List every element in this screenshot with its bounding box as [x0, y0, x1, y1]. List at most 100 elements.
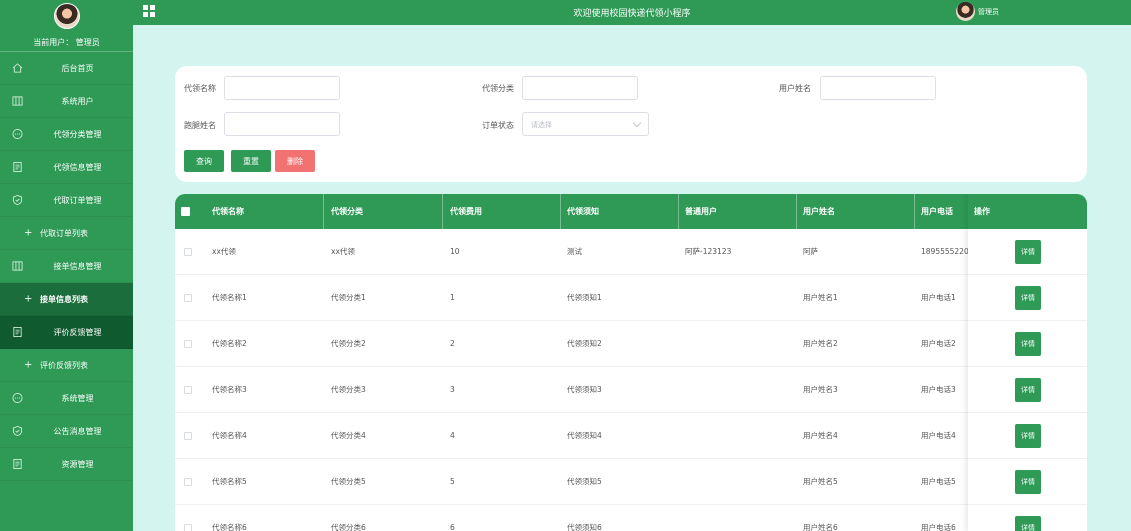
- table-cell: 代领须知5: [567, 477, 602, 486]
- table-cell: 18955552200: [921, 247, 968, 256]
- table-cell: [685, 367, 790, 413]
- table-header: 代领名称 代领分类 代领费用 代领须知 普通用户 用户姓名 用户电话 操作: [175, 194, 1087, 229]
- sidebar-item-category[interactable]: 代领分类管理: [0, 118, 133, 151]
- table-row: 代领名称2 代领分类2 2 代领须知2 用户姓名2 用户电话2: [175, 321, 1087, 367]
- detail-button[interactable]: 详情: [1015, 516, 1041, 531]
- avatar[interactable]: [53, 3, 80, 29]
- more-circle-icon: [12, 393, 23, 403]
- sidebar: 当前用户： 管理员 后台首页 系统用户 代领分类管理 代领信息管理 代取订单管理…: [0, 0, 133, 531]
- detail-button[interactable]: 详情: [1015, 240, 1041, 264]
- sidebar-item-order-list[interactable]: + 代取订单列表: [0, 217, 133, 250]
- sidebar-item-label: 评价反馈列表: [40, 360, 88, 370]
- table-cell: 用户姓名3: [803, 385, 838, 394]
- table-cell: 2: [450, 339, 455, 348]
- table-row: 代领名称1 代领分类1 1 代领须知1 用户姓名1 用户电话1: [175, 275, 1087, 321]
- status-select[interactable]: 请选择: [522, 112, 649, 136]
- table-cell: [685, 505, 790, 531]
- sidebar-item-feedback-list[interactable]: + 评价反馈列表: [0, 349, 133, 382]
- table-cell: 用户电话5: [921, 477, 956, 486]
- table-cell: xx代领: [331, 247, 355, 256]
- sidebar-menu: 后台首页 系统用户 代领分类管理 代领信息管理 代取订单管理 + 代取订单列表 …: [0, 52, 133, 481]
- table-cell: 用户电话2: [921, 339, 956, 348]
- columns-icon: [12, 261, 23, 271]
- column-header: 用户姓名: [803, 207, 835, 216]
- table-cell: 代领名称3: [212, 385, 247, 394]
- name-input[interactable]: [224, 76, 340, 100]
- sidebar-item-notice[interactable]: 公告消息管理: [0, 415, 133, 448]
- table-row: 代领名称4 代领分类4 4 代领须知4 用户姓名4 用户电话4: [175, 413, 1087, 459]
- sidebar-item-orders[interactable]: 代取订单管理: [0, 184, 133, 217]
- query-button[interactable]: 查询: [184, 150, 224, 172]
- table-cell: 代领分类1: [331, 293, 366, 302]
- row-checkbox[interactable]: [184, 478, 192, 486]
- detail-button[interactable]: 详情: [1015, 332, 1041, 356]
- status-label: 订单状态: [482, 121, 514, 130]
- plus-icon: +: [24, 227, 33, 239]
- sidebar-item-label: 接单信息列表: [40, 294, 88, 304]
- table-cell: 3: [450, 385, 455, 394]
- sidebar-item-system-users[interactable]: 系统用户: [0, 85, 133, 118]
- sidebar-item-system[interactable]: 系统管理: [0, 382, 133, 415]
- topbar: 欢迎使用校园快递代领小程序 管理员: [133, 0, 1131, 25]
- detail-button[interactable]: 详情: [1015, 470, 1041, 494]
- table-cell: [685, 321, 790, 367]
- table-cell: [685, 275, 790, 321]
- table-cell: 6: [450, 523, 455, 531]
- chevron-down-icon: [632, 118, 642, 128]
- reset-button[interactable]: 重置: [231, 150, 271, 172]
- table-row: 代领名称3 代领分类3 3 代领须知3 用户姓名3 用户电话3: [175, 367, 1087, 413]
- row-checkbox[interactable]: [184, 386, 192, 394]
- data-table: 代领名称 代领分类 代领费用 代领须知 普通用户 用户姓名 用户电话 操作 xx…: [175, 194, 1087, 531]
- user-menu[interactable]: 管理员: [956, 2, 999, 21]
- table-cell: 代领分类3: [331, 385, 366, 394]
- more-circle-icon: [12, 129, 23, 139]
- category-label: 代领分类: [482, 84, 514, 93]
- document-icon: [13, 459, 22, 469]
- table-cell: 用户电话3: [921, 385, 956, 394]
- runner-label: 跑腿姓名: [184, 121, 216, 130]
- table-cell: 代领名称2: [212, 339, 247, 348]
- select-all-checkbox[interactable]: [181, 207, 190, 216]
- sidebar-item-label: 代取订单列表: [40, 228, 88, 238]
- runner-input[interactable]: [224, 112, 340, 136]
- row-checkbox[interactable]: [184, 340, 192, 348]
- table-cell: 5: [450, 477, 455, 486]
- row-checkbox[interactable]: [184, 432, 192, 440]
- sidebar-item-accept-info[interactable]: 接单信息管理: [0, 250, 133, 283]
- table-cell: 代领须知6: [567, 523, 602, 531]
- table-cell: 用户电话1: [921, 293, 956, 302]
- table-row: 代领名称6 代领分类6 6 代领须知6 用户姓名6 用户电话6: [175, 505, 1087, 531]
- row-checkbox[interactable]: [184, 524, 192, 531]
- table-cell: 用户姓名5: [803, 477, 838, 486]
- sidebar-item-resources[interactable]: 资源管理: [0, 448, 133, 481]
- row-checkbox[interactable]: [184, 248, 192, 256]
- row-checkbox[interactable]: [184, 294, 192, 302]
- table-cell: 代领分类6: [331, 523, 366, 531]
- username-input[interactable]: [820, 76, 936, 100]
- column-header: 普通用户: [685, 207, 717, 216]
- table-cell: 代领名称1: [212, 293, 247, 302]
- sidebar-item-accept-list[interactable]: + 接单信息列表: [0, 283, 133, 316]
- table-cell: 用户姓名1: [803, 293, 838, 302]
- table-row: xx代领 xx代领 10 测试 阿萨-123123 阿萨 18955552200: [175, 229, 1087, 275]
- sidebar-item-dashboard[interactable]: 后台首页: [0, 52, 133, 85]
- home-icon: [12, 63, 23, 73]
- table-cell: 测试: [567, 247, 582, 256]
- category-input[interactable]: [522, 76, 638, 100]
- detail-button[interactable]: 详情: [1015, 424, 1041, 448]
- column-header: 代领须知: [567, 207, 599, 216]
- table-cell: [685, 459, 790, 505]
- table-cell: 代领名称5: [212, 477, 247, 486]
- table-cell: 代领分类5: [331, 477, 366, 486]
- table-cell: 代领须知4: [567, 431, 602, 440]
- table-cell: 4: [450, 431, 455, 440]
- document-icon: [13, 327, 22, 337]
- sidebar-item-info[interactable]: 代领信息管理: [0, 151, 133, 184]
- table-cell: 代领分类4: [331, 431, 366, 440]
- delete-button[interactable]: 删除: [275, 150, 315, 172]
- sidebar-item-feedback[interactable]: 评价反馈管理: [0, 316, 133, 349]
- detail-button[interactable]: 详情: [1015, 286, 1041, 310]
- plus-icon: +: [24, 359, 33, 371]
- shield-check-icon: [12, 425, 23, 437]
- detail-button[interactable]: 详情: [1015, 378, 1041, 402]
